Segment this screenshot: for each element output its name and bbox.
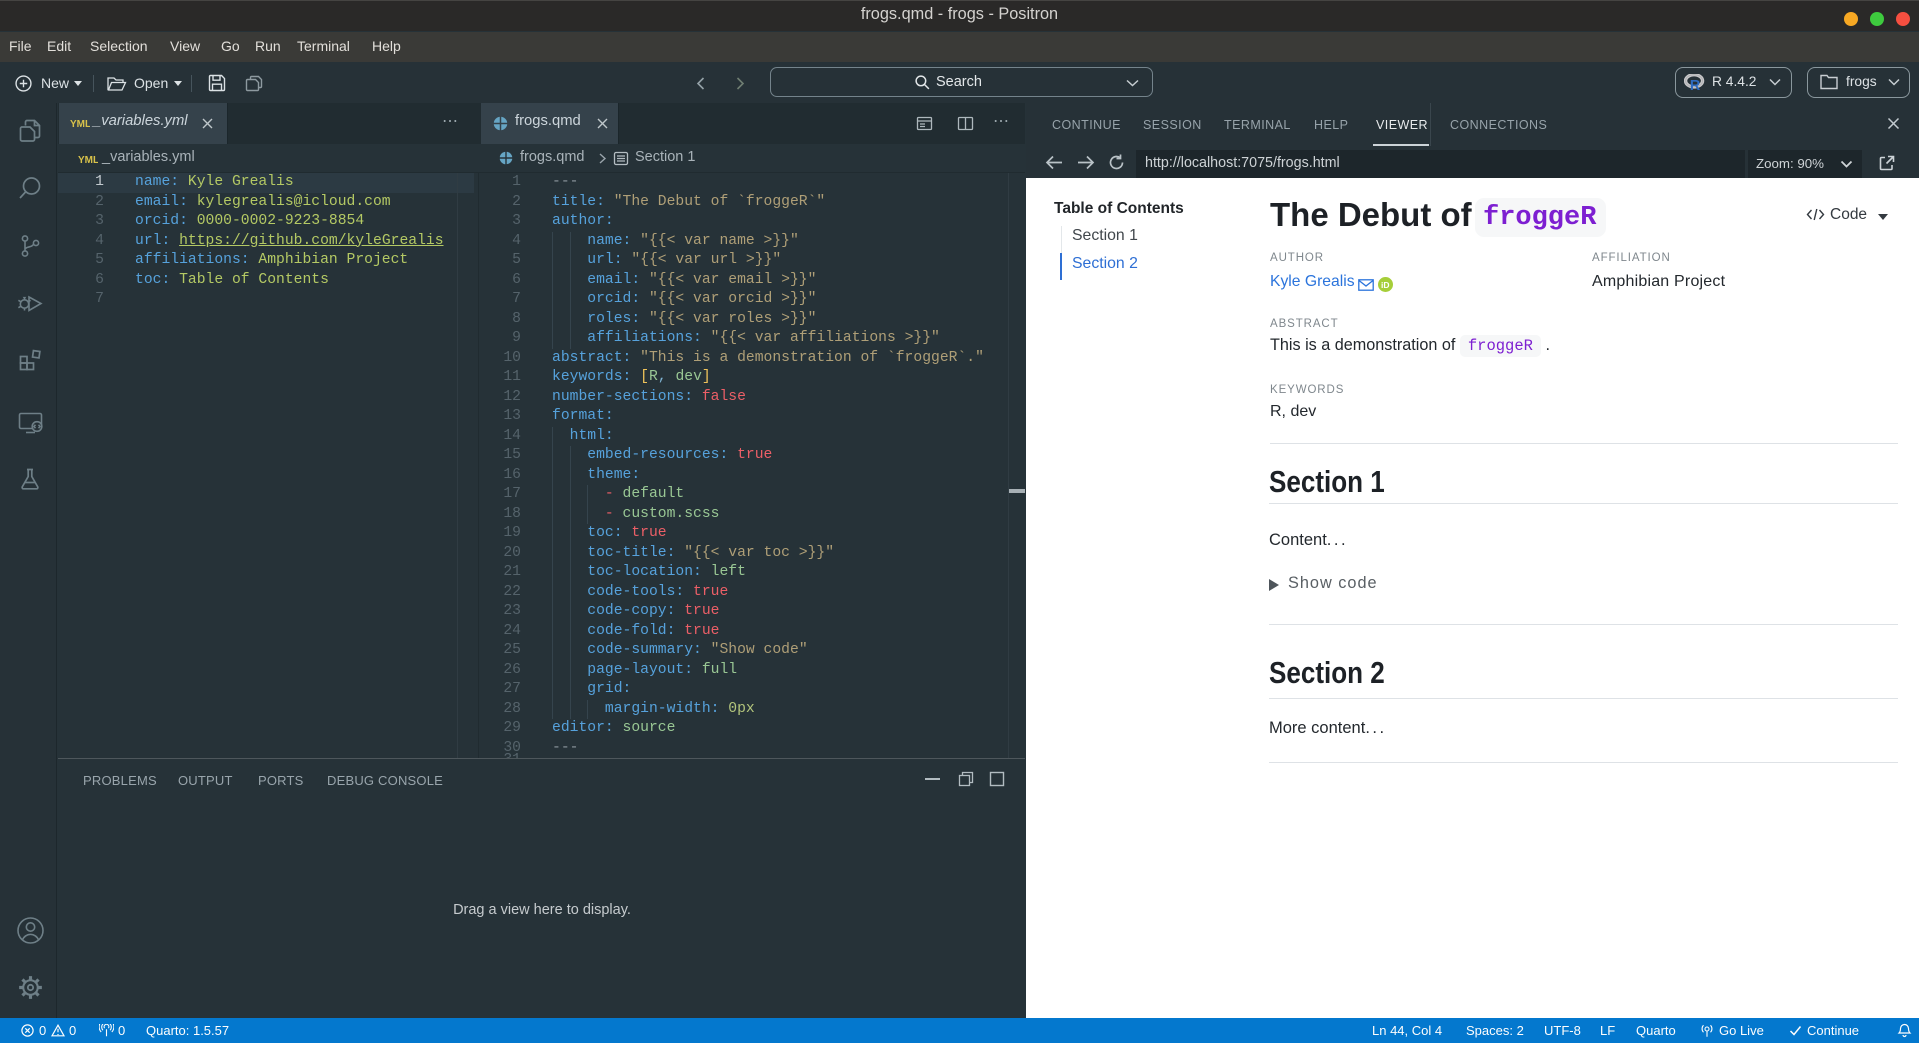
svg-text:YML: YML xyxy=(78,155,98,165)
svg-text:R: R xyxy=(1690,78,1701,91)
svg-text:YML: YML xyxy=(70,119,90,129)
svg-text:iD: iD xyxy=(1381,280,1390,290)
